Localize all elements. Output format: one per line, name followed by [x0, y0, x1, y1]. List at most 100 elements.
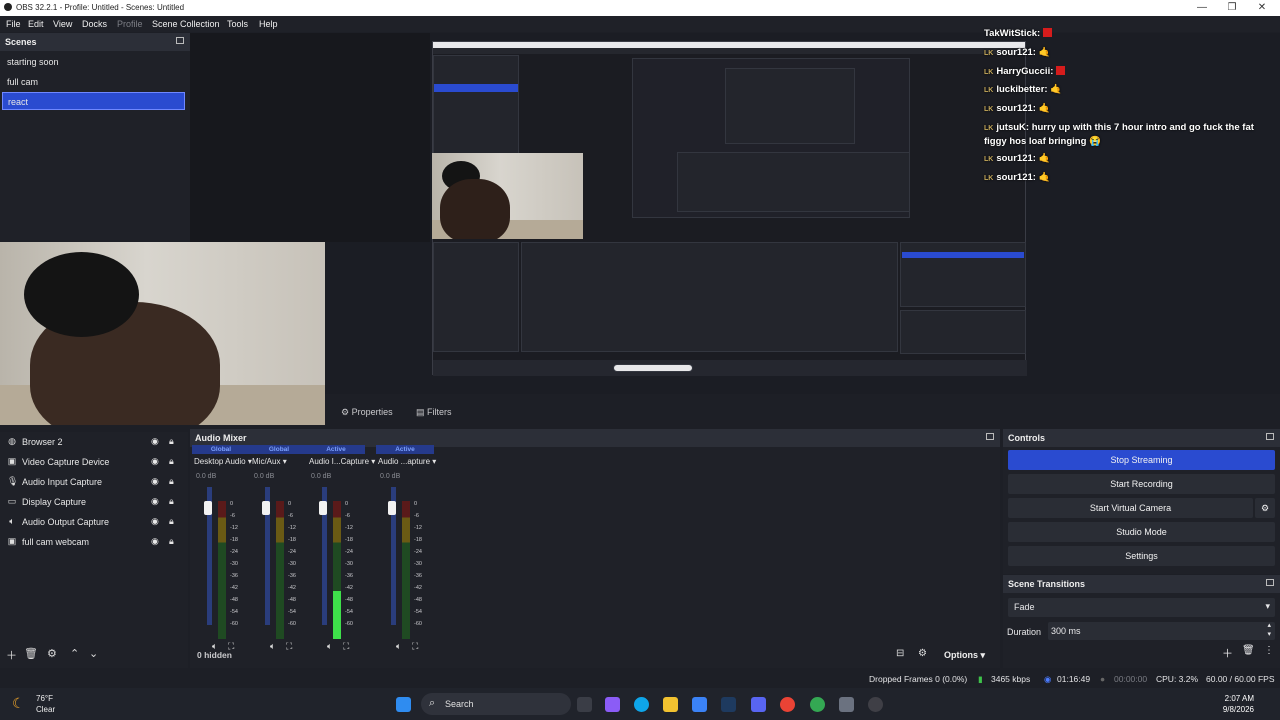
menu-file[interactable]: File	[6, 19, 21, 29]
source-item-browser-2[interactable]: ◍ Browser 2 ◉ 🔒︎	[0, 432, 188, 452]
lock-icon[interactable]: 🔒︎	[169, 516, 174, 527]
eye-icon[interactable]: ◉	[151, 476, 159, 487]
eye-icon[interactable]: ◉	[151, 436, 159, 447]
task-view-icon[interactable]	[577, 697, 592, 712]
properties-button[interactable]: ⚙ Properties	[335, 404, 399, 421]
speaker-icon[interactable]: 🔈︎	[396, 641, 401, 652]
more-options-icon[interactable]: ⋮	[1264, 645, 1274, 656]
volume-slider-handle[interactable]	[262, 501, 270, 515]
chrome-icon[interactable]	[780, 697, 795, 712]
weather-temp[interactable]: 76°F	[36, 694, 53, 703]
menu-scene-collection[interactable]: Scene Collection	[152, 19, 220, 29]
mixer-options-button[interactable]: Options ▾	[944, 650, 985, 661]
chat-line: TakWitStick:	[984, 28, 1053, 39]
speaker-icon[interactable]: 🔈︎	[270, 641, 275, 652]
duration-input[interactable]: 300 ms ▴ ▾	[1048, 622, 1275, 640]
channel-status: Global	[192, 445, 250, 454]
add-transition-button[interactable]: ＋	[1222, 645, 1233, 661]
db-scale-label: -6	[345, 513, 350, 519]
weather-icon[interactable]: ☾	[12, 695, 25, 712]
weather-desc[interactable]: Clear	[36, 705, 55, 714]
source-item-display-capture[interactable]: ▭ Display Capture ◉ 🔒︎	[0, 492, 188, 512]
speaker-icon[interactable]: 🔈︎	[327, 641, 332, 652]
scenes-title: Scenes	[5, 37, 37, 47]
remove-source-button[interactable]: 🗑︎	[24, 647, 38, 660]
store-icon[interactable]	[692, 697, 707, 712]
clock-time[interactable]: 2:07 AM	[1225, 694, 1254, 703]
eye-icon[interactable]: ◉	[151, 516, 159, 527]
lock-icon[interactable]: 🔒︎	[169, 456, 174, 467]
windows-start-icon[interactable]	[396, 697, 411, 712]
db-scale-label: -24	[288, 549, 296, 555]
lock-icon[interactable]: 🔒︎	[169, 536, 174, 547]
eye-icon[interactable]: ◉	[151, 536, 159, 547]
undock-icon[interactable]	[1266, 579, 1274, 586]
settings-icon[interactable]	[839, 697, 854, 712]
layout-icon[interactable]: ⊟	[896, 648, 904, 659]
source-properties-button[interactable]: ⚙	[47, 647, 57, 660]
undock-icon[interactable]	[986, 433, 994, 440]
volume-slider-handle[interactable]	[319, 501, 327, 515]
move-up-button[interactable]: ⌃	[70, 647, 79, 660]
copilot-icon[interactable]	[605, 697, 620, 712]
add-source-button[interactable]: ＋	[6, 647, 17, 663]
source-item-audio-input-capture[interactable]: 🎙︎ Audio Input Capture ◉ 🔒︎	[0, 472, 188, 492]
menu-view[interactable]: View	[53, 19, 72, 29]
menu-tools[interactable]: Tools	[227, 19, 248, 29]
obs-icon[interactable]	[868, 697, 883, 712]
lock-icon[interactable]: 🔒︎	[169, 436, 174, 447]
headphones-icon[interactable]: ⛶	[343, 641, 349, 652]
scene-item-react[interactable]: react	[2, 92, 185, 110]
remove-transition-button[interactable]: 🗑︎	[1242, 645, 1255, 656]
hidden-count: 0 hidden	[197, 650, 232, 660]
scene-item-starting-soon[interactable]: starting soon	[2, 53, 185, 71]
source-item-audio-output-capture[interactable]: 🔈︎ Audio Output Capture ◉ 🔒︎	[0, 512, 188, 532]
db-scale-label: -42	[230, 585, 238, 591]
lock-icon[interactable]: 🔒︎	[169, 476, 174, 487]
undock-icon[interactable]	[176, 37, 184, 44]
discord-icon[interactable]	[751, 697, 766, 712]
move-down-button[interactable]: ⌄	[89, 647, 98, 660]
undock-icon[interactable]	[1266, 433, 1274, 440]
start-virtual-camera-button[interactable]: Start Virtual Camera	[1008, 498, 1253, 518]
virtual-camera-settings-button[interactable]: ⚙	[1255, 498, 1275, 518]
mixer-channel-mic-aux: Global Mic/Aux ▾ 0.0 dB 🔈︎ ⛶ 0 -6 -12 -18 -2…	[250, 445, 308, 651]
channel-name[interactable]: Mic/Aux ▾	[252, 457, 287, 466]
chrome-profile-icon[interactable]	[810, 697, 825, 712]
menu-help[interactable]: Help	[259, 19, 278, 29]
headphones-icon[interactable]: ⛶	[412, 641, 418, 652]
stop-streaming-button[interactable]: Stop Streaming	[1008, 450, 1275, 470]
filters-button[interactable]: ▤ Filters	[410, 404, 458, 421]
clock-date[interactable]: 9/8/2026	[1223, 705, 1254, 714]
mixer-channel-audio-output-capture: Active Audio ...apture ▾ 0.0 dB 🔈︎ ⛶ 0 -6…	[376, 445, 436, 651]
channel-name[interactable]: Audio I...Capture ▾	[309, 457, 375, 466]
chat-overlay: TakWitStick: LK sour121: 🤙 LK HarryGuccii:…	[980, 0, 1280, 230]
file-explorer-icon[interactable]	[663, 697, 678, 712]
menu-profile[interactable]: Profile	[117, 19, 143, 29]
source-item-video-capture-device[interactable]: ▣ Video Capture Device ◉ 🔒︎	[0, 452, 188, 472]
volume-slider-handle[interactable]	[388, 501, 396, 515]
transition-select[interactable]: Fade ▾	[1008, 598, 1275, 617]
eye-icon[interactable]: ◉	[151, 496, 159, 507]
steam-icon[interactable]	[721, 697, 736, 712]
db-scale-label: -12	[288, 525, 296, 531]
start-recording-button[interactable]: Start Recording	[1008, 474, 1275, 494]
channel-name[interactable]: Audio ...apture ▾	[378, 457, 436, 466]
eye-icon[interactable]: ◉	[151, 456, 159, 467]
menu-docks[interactable]: Docks	[82, 19, 107, 29]
webcam-feed	[0, 242, 325, 425]
settings-button[interactable]: Settings	[1008, 546, 1275, 566]
headphones-icon[interactable]: ⛶	[286, 641, 292, 652]
lock-icon[interactable]: 🔒︎	[169, 496, 174, 507]
edge-icon[interactable]	[634, 697, 649, 712]
menu-edit[interactable]: Edit	[28, 19, 44, 29]
mixer-settings-icon[interactable]: ⚙	[918, 648, 927, 659]
source-item-full-cam-webcam[interactable]: ▣ full cam webcam ◉ 🔒︎	[0, 532, 188, 552]
scene-item-full-cam[interactable]: full cam	[2, 73, 185, 91]
studio-mode-button[interactable]: Studio Mode	[1008, 522, 1275, 542]
taskbar-search[interactable]: ⌕ Search	[421, 693, 571, 715]
volume-slider-handle[interactable]	[204, 501, 212, 515]
filters-label: Filters	[427, 407, 452, 417]
channel-name[interactable]: Desktop Audio ▾	[194, 457, 252, 466]
spinner-icon[interactable]: ▴ ▾	[1267, 621, 1271, 639]
